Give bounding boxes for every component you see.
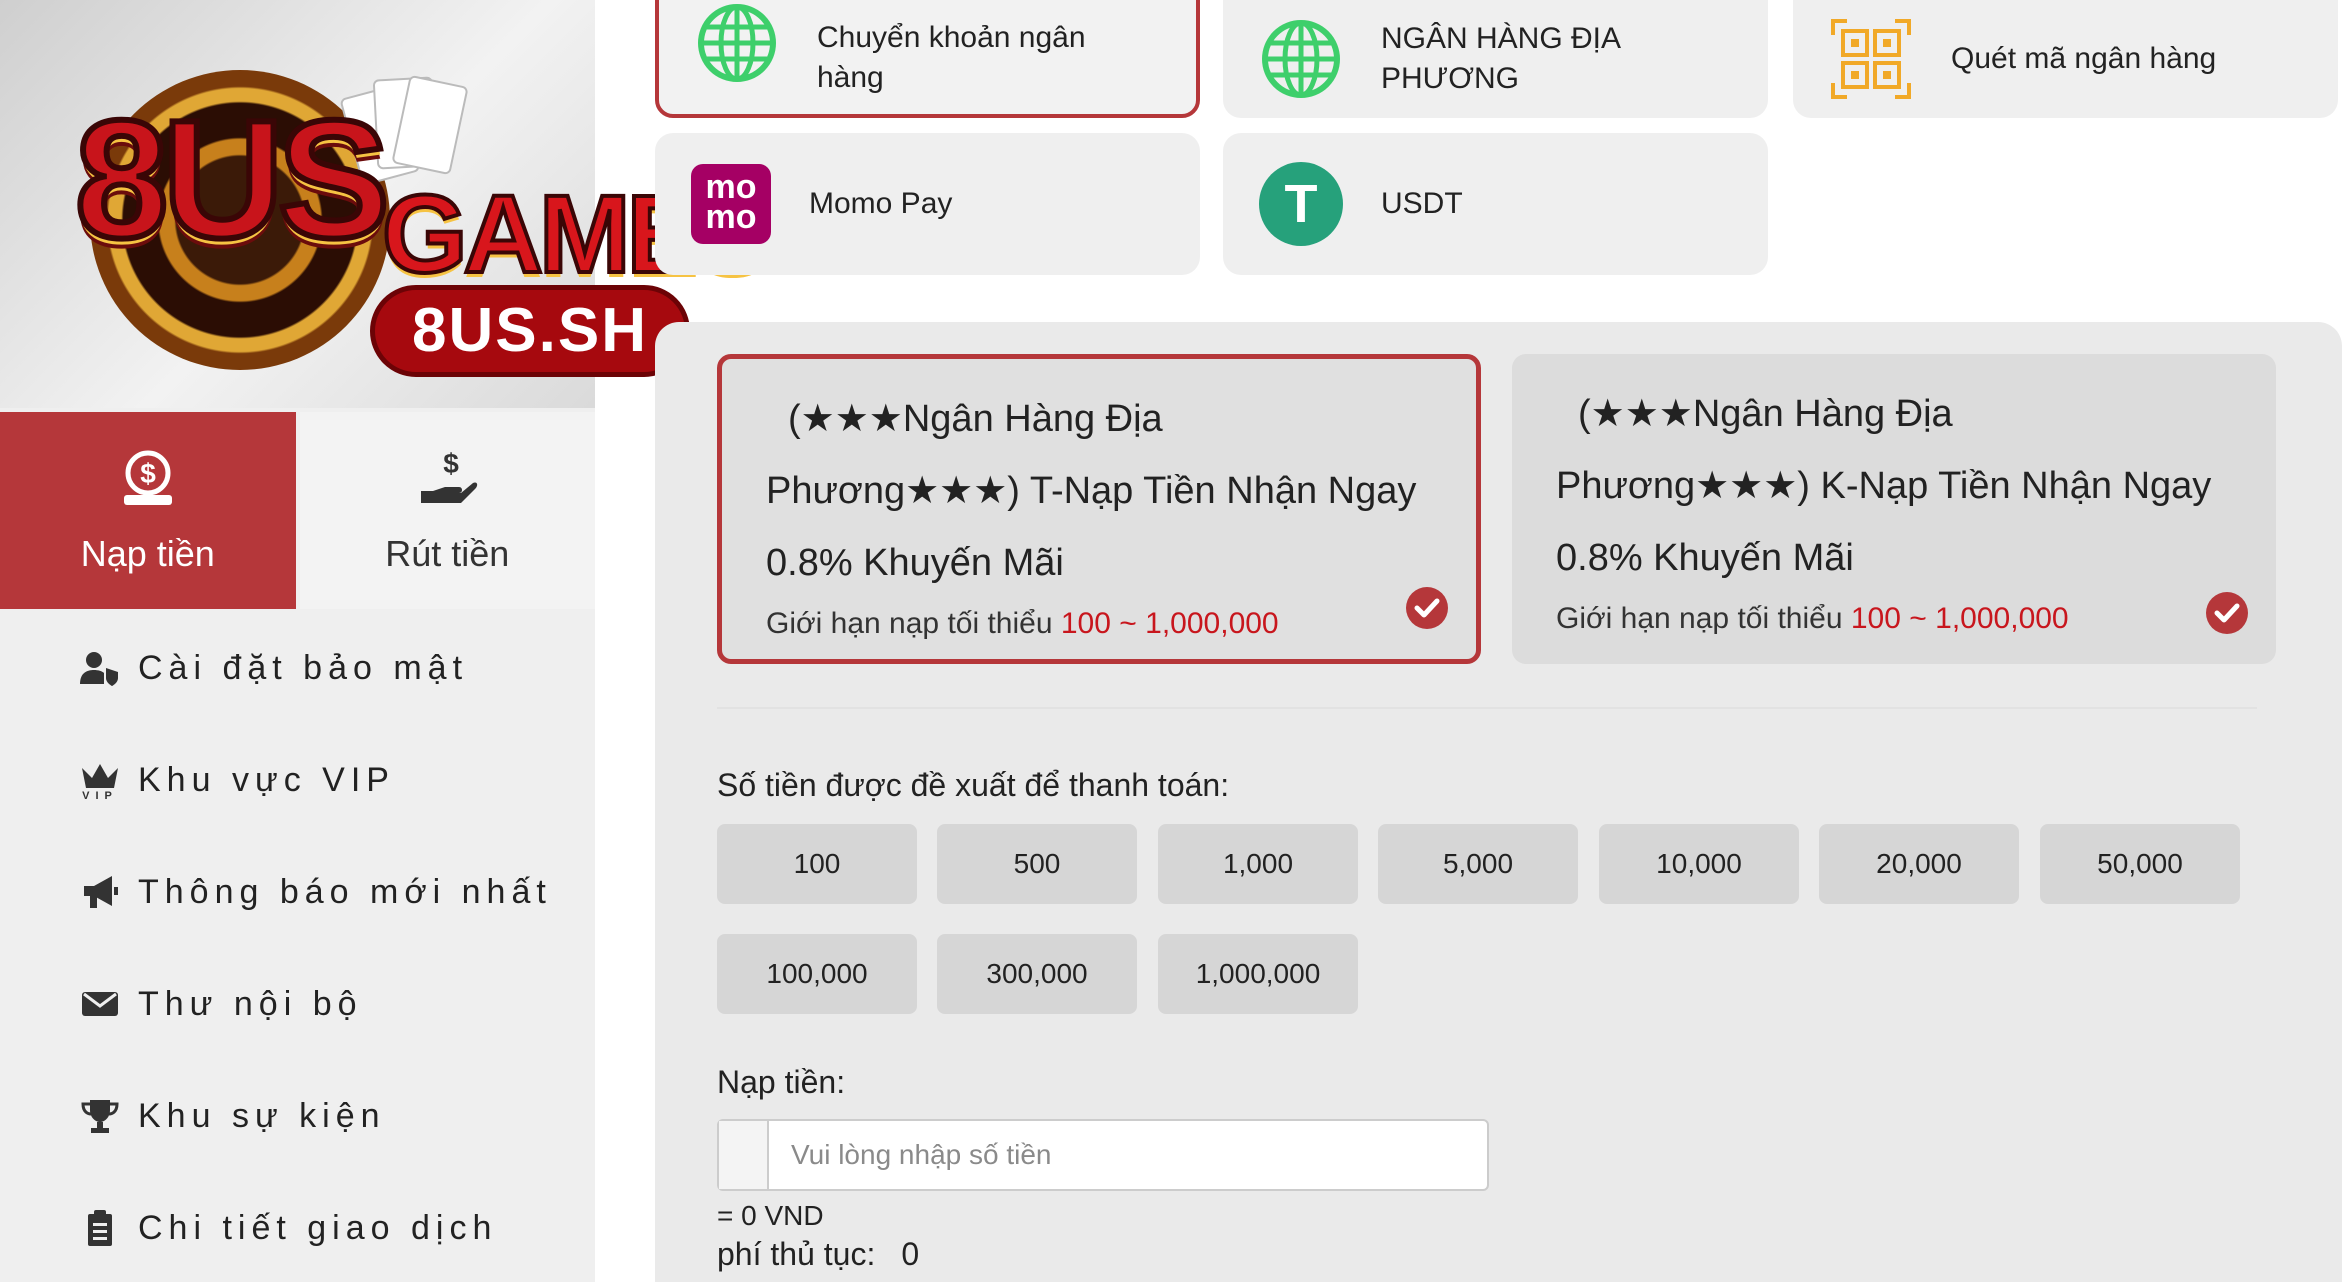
sidebar-item-inbox[interactable]: Thư nội bộ [0,948,595,1060]
logo-brand-main: 8US [72,85,393,273]
payment-method-label: NGÂN HÀNG ĐỊA PHƯƠNG [1381,22,1620,95]
logo-banner: 8US GAMES 8US.SH [0,0,771,408]
amount-button[interactable]: 50,000 [2040,824,2240,904]
fee-row: phí thủ tục: 0 [717,1236,919,1273]
sidebar-item-announcements[interactable]: Thông báo mới nhất [0,836,595,948]
sidebar-item-security[interactable]: Cài đặt bảo mật [0,612,595,724]
amount-button[interactable]: 300,000 [937,934,1137,1014]
amount-button[interactable]: 5,000 [1378,824,1578,904]
logo-domain-badge: 8US.SH [370,285,690,377]
dollar-coin-icon: $ [123,450,172,505]
sidebar-item-label: Chi tiết giao dịch [138,1208,498,1247]
tab-withdraw[interactable]: $ Rút tiền [299,412,595,609]
payment-method-label: Chuyển khoản ngân hàng [817,21,1086,94]
amount-button[interactable]: 100 [717,824,917,904]
bank-limit-label: Giới hạn nạp tối thiểu [766,607,1053,640]
payment-method-local-bank[interactable]: NGÂN HÀNG ĐỊA PHƯƠNG [1223,0,1768,118]
bank-option-k[interactable]: (★★★Ngân Hàng Địa Phương★★★) K-Nạp Tiền … [1512,354,2276,664]
payment-method-label: Momo Pay [809,187,953,220]
brand-logo[interactable]: 8US GAMES 8US.SH [20,30,771,377]
bank-promo: 0.8% Khuyến Mãi [1556,537,1854,579]
amount-button[interactable]: 1,000,000 [1158,934,1358,1014]
qr-code-icon [1831,19,1911,99]
bank-limit-min: 100 [1850,602,1901,635]
converted-amount: = 0 VND [717,1200,824,1231]
payment-method-momo[interactable]: mo mo Momo Pay [655,133,1200,275]
envelope-icon [82,992,118,1016]
input-prefix [719,1121,769,1189]
bank-limit: Giới hạn nạp tối thiểu 100 ~ 1,000,000 [1556,594,2232,644]
deposit-amount-label: Nạp tiền: [717,1064,846,1100]
sidebar-item-vip[interactable]: VIP Khu vực VIP [0,724,595,836]
sidebar-item-label: Thông báo mới nhất [138,872,552,911]
bank-option-t[interactable]: (★★★Ngân Hàng Địa Phương★★★) T-Nạp Tiền … [717,354,1481,664]
clipboard-icon [88,1210,112,1246]
amount-button[interactable]: 1,000 [1158,824,1358,904]
megaphone-icon [84,876,118,908]
momo-icon-text: mo mo [705,168,757,236]
sidebar-item-label: Thư nội bộ [138,984,363,1023]
svg-text:$: $ [443,448,459,479]
tether-icon-text: T [1284,174,1318,234]
sidebar-menu: Cài đặt bảo mật VIP Khu vực VIP Thông bá… [0,612,595,1284]
svg-text:$: $ [140,458,156,489]
bank-name-line1: (★★★Ngân Hàng Địa [1578,393,1953,435]
sidebar-item-transactions[interactable]: Chi tiết giao dịch [0,1172,595,1284]
bank-name-line2: Phương★★★) T-Nạp Tiền Nhận Ngay [766,470,1417,512]
vip-crown-icon: VIP [82,764,118,800]
payment-method-label: USDT [1381,187,1463,220]
payment-method-label: Quét mã ngân hàng [1951,42,2217,75]
tab-withdraw-label: Rút tiền [385,532,510,574]
tab-deposit-label: Nạp tiền [80,532,215,574]
suggested-amount-label: Số tiền được đề xuất để thanh toán: [717,767,1230,803]
bank-name-line2: Phương★★★) K-Nạp Tiền Nhận Ngay [1556,465,2212,507]
hand-dollar-icon: $ [421,448,478,503]
fee-value: 0 [901,1236,920,1272]
svg-text:VIP: VIP [82,790,118,800]
tether-icon: T [1259,162,1343,246]
main-content: Chuyển khoản ngân hàng NGÂN HÀNG ĐỊA PHƯ… [655,0,2342,1282]
payment-method-qr-scan[interactable]: Quét mã ngân hàng [1793,0,2338,118]
check-circle-icon [2206,592,2248,634]
trophy-icon [81,1100,119,1133]
amount-button[interactable]: 500 [937,824,1137,904]
globe-icon [1262,20,1340,98]
amount-button[interactable]: 10,000 [1599,824,1799,904]
section-divider [717,707,2257,709]
payment-method-bank-transfer[interactable]: Chuyển khoản ngân hàng [655,0,1200,118]
bank-limit-sep: ~ [1119,607,1137,640]
bank-name-line1: (★★★Ngân Hàng Địa [788,398,1163,440]
bank-limit-max: 1,000,000 [1145,607,1279,640]
deposit-amount-field [717,1119,1489,1191]
sidebar-item-events[interactable]: Khu sự kiện [0,1060,595,1172]
user-shield-icon [80,652,118,686]
amount-button[interactable]: 100,000 [717,934,917,1014]
bank-limit-min: 100 [1060,607,1111,640]
payment-method-usdt[interactable]: T USDT [1223,133,1768,275]
sidebar: 8US GAMES 8US.SH $ Nạp tiền $ Rút tiền C… [0,0,771,1284]
bank-limit-label: Giới hạn nạp tối thiểu [1556,602,1843,635]
deposit-form-panel: (★★★Ngân Hàng Địa Phương★★★) T-Nạp Tiền … [655,322,2342,1282]
tab-deposit[interactable]: $ Nạp tiền [0,412,296,609]
globe-icon [698,4,776,82]
deposit-withdraw-tabs: $ Nạp tiền $ Rút tiền [0,412,595,609]
bank-limit-sep: ~ [1909,602,1927,635]
check-circle-icon [1406,587,1448,629]
sidebar-item-label: Khu vực VIP [138,760,395,799]
deposit-amount-input[interactable] [769,1121,1487,1189]
fee-label: phí thủ tục: [717,1236,876,1272]
bank-limit: Giới hạn nạp tối thiểu 100 ~ 1,000,000 [766,599,1432,649]
bank-limit-max: 1,000,000 [1935,602,2069,635]
sidebar-item-label: Khu sự kiện [138,1096,386,1135]
momo-icon: mo mo [691,164,771,244]
bank-promo: 0.8% Khuyến Mãi [766,542,1064,584]
sidebar-item-label: Cài đặt bảo mật [138,648,469,687]
amount-button[interactable]: 20,000 [1819,824,2019,904]
